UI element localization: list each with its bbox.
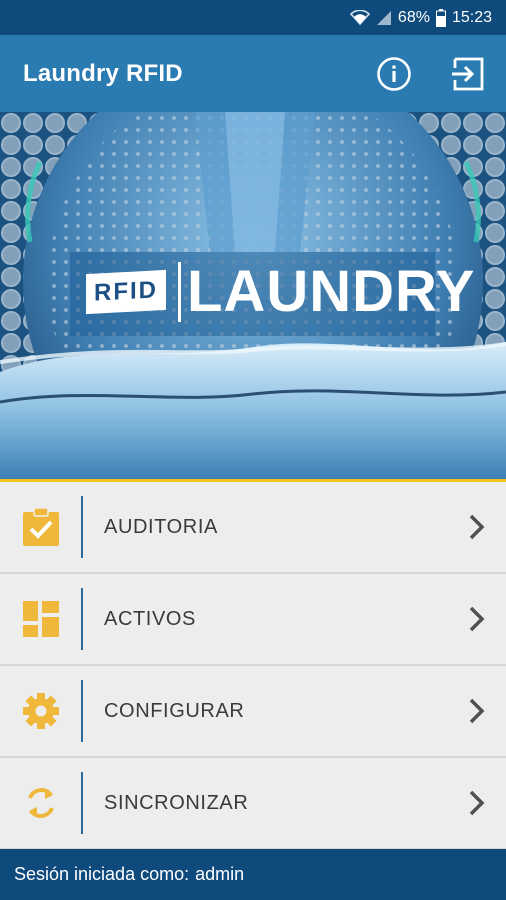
clock: 15:23: [451, 8, 492, 26]
status-bar: 68% 15:23: [0, 0, 506, 35]
chevron-right-icon: [469, 790, 485, 816]
menu-divider: [81, 772, 83, 834]
signal-icon: [376, 10, 391, 25]
menu-divider: [81, 680, 83, 742]
app-bar: Laundry RFID: [0, 35, 506, 112]
menu-item-label: AUDITORIA: [104, 515, 218, 538]
app-title: Laundry RFID: [23, 59, 183, 87]
hero-image: RFID LAUNDRY: [0, 112, 506, 479]
info-icon[interactable]: [376, 56, 412, 92]
gear-icon: [23, 693, 59, 729]
banner-rfid-flag: RFID: [86, 269, 166, 315]
menu-divider: [81, 496, 83, 558]
battery-icon: [435, 8, 446, 27]
session-username: admin: [195, 864, 245, 884]
menu-item-activos[interactable]: ACTIVOS: [0, 574, 506, 666]
chevron-right-icon: [469, 606, 485, 632]
menu-item-auditoria[interactable]: AUDITORIA: [0, 482, 506, 574]
chevron-right-icon: [469, 514, 485, 540]
session-footer: Sesión iniciada como: admin: [0, 849, 506, 900]
hero-banner: RFID LAUNDRY: [86, 262, 475, 322]
menu-item-label: CONFIGURAR: [104, 699, 245, 722]
menu-item-configurar[interactable]: CONFIGURAR: [0, 666, 506, 758]
dashboard-icon: [23, 601, 59, 637]
clipboard-check-icon: [23, 507, 59, 546]
session-label: Sesión iniciada como:: [14, 864, 190, 884]
logout-icon[interactable]: [450, 56, 486, 92]
sync-icon: [28, 788, 54, 818]
main-menu: AUDITORIA ACTIVOS CONFIGURAR SINCRONIZAR: [0, 482, 506, 850]
menu-item-label: SINCRONIZAR: [104, 791, 249, 814]
chevron-right-icon: [469, 698, 485, 724]
wifi-icon: [349, 9, 370, 25]
banner-laundry-text: LAUNDRY: [187, 259, 476, 324]
menu-divider: [81, 588, 83, 650]
banner-rfid-text: RFID: [94, 276, 158, 307]
battery-percent: 68%: [397, 8, 430, 26]
menu-item-label: ACTIVOS: [104, 607, 196, 630]
status-icons: 68% 15:23: [349, 8, 492, 27]
menu-item-sincronizar[interactable]: SINCRONIZAR: [0, 758, 506, 850]
